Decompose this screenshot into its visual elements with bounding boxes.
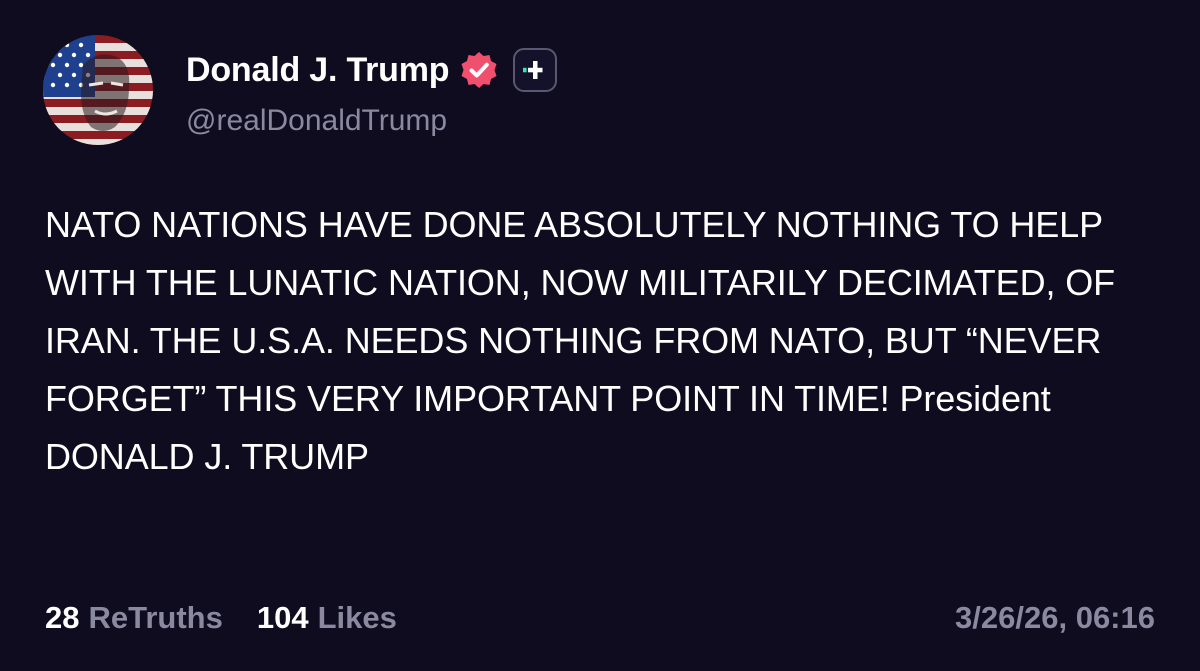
author-avatar[interactable] (43, 35, 153, 145)
retruths-count: 28 (45, 600, 80, 635)
author-handle[interactable]: @realDonaldTrump (186, 104, 447, 138)
retruths-stat[interactable]: 28 ReTruths (45, 600, 223, 636)
retruths-label: ReTruths (88, 600, 223, 635)
likes-label: Likes (317, 600, 397, 635)
post-timestamp: 3/26/26, 06:16 (955, 600, 1155, 635)
truth-post: Donald J. Trump @realDonaldTrump NATO NA… (0, 0, 1200, 671)
verified-badge-icon (459, 50, 499, 90)
likes-count: 104 (256, 600, 309, 635)
post-body-text: NATO NATIONS HAVE DONE ABSOLUTELY NOTHIN… (45, 204, 1125, 477)
likes-stat[interactable]: 104 Likes (257, 600, 397, 636)
author-name-row: Donald J. Trump (186, 42, 558, 98)
post-stats: 28 ReTruths 104 Likes (45, 600, 397, 636)
avatar-flag-portrait-icon (43, 35, 153, 145)
truth-plus-icon (513, 48, 558, 92)
author-display-name[interactable]: Donald J. Trump (186, 51, 450, 90)
